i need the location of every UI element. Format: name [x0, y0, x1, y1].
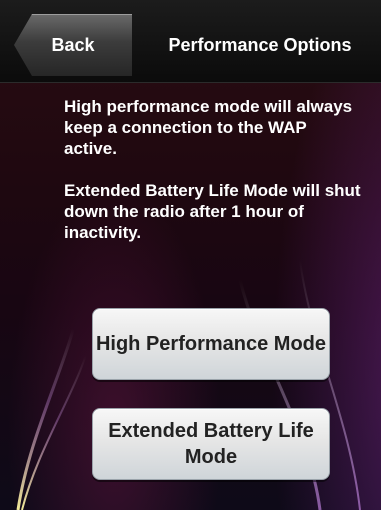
page-title: Performance Options — [168, 34, 352, 55]
back-button-label: Back — [51, 34, 95, 55]
header-bar: Back Performance Options — [0, 0, 381, 83]
info-text: High performance mode will always keep a… — [64, 96, 364, 264]
high-performance-mode-label: High Performance Mode — [95, 333, 327, 355]
high-performance-mode-button[interactable]: High Performance Mode — [92, 308, 330, 380]
extended-battery-life-mode-label: Extended Battery Life Mode — [108, 420, 314, 468]
performance-options-screen: Back Performance Options High performanc… — [0, 0, 381, 510]
info-paragraph-extended-battery: Extended Battery Life Mode will shut dow… — [64, 181, 361, 242]
extended-battery-life-mode-button[interactable]: Extended Battery Life Mode — [92, 408, 330, 480]
info-paragraph-high-performance: High performance mode will always keep a… — [64, 97, 353, 158]
back-button[interactable]: Back — [14, 14, 132, 76]
